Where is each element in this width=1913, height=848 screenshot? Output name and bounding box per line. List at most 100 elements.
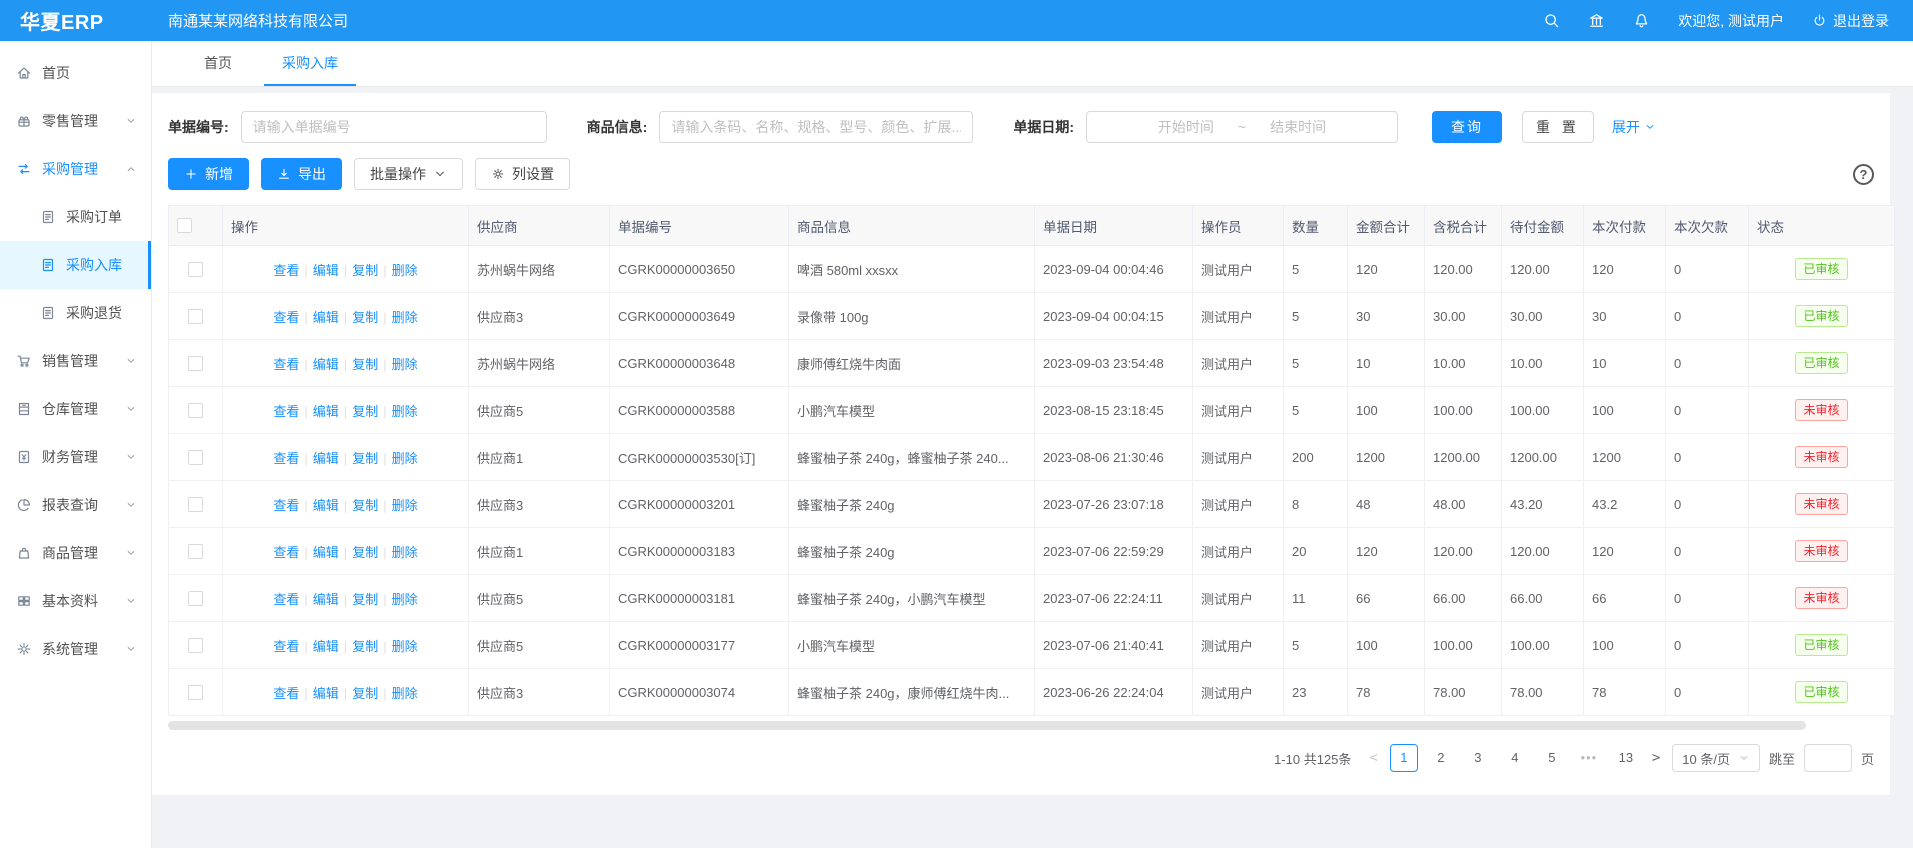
date-start-placeholder[interactable]: 开始时间: [1158, 117, 1214, 137]
cell-bill_no: CGRK00000003181: [610, 575, 789, 622]
operation-link-删除[interactable]: 删除: [392, 686, 418, 701]
row-checkbox[interactable]: [188, 356, 203, 371]
operation-link-复制[interactable]: 复制: [352, 357, 378, 372]
page-button-13[interactable]: 13: [1612, 744, 1640, 772]
sidebar-item-系统管理[interactable]: 系统管理: [0, 625, 151, 673]
row-checkbox[interactable]: [188, 450, 203, 465]
row-checkbox[interactable]: [188, 544, 203, 559]
operation-link-查看[interactable]: 查看: [273, 263, 299, 278]
operation-link-复制[interactable]: 复制: [352, 592, 378, 607]
sidebar-item-销售管理[interactable]: 销售管理: [0, 337, 151, 385]
operation-link-删除[interactable]: 删除: [392, 545, 418, 560]
sidebar-item-基本资料[interactable]: 基本资料: [0, 577, 151, 625]
operation-link-编辑[interactable]: 编辑: [313, 639, 339, 654]
operation-link-复制[interactable]: 复制: [352, 263, 378, 278]
operation-link-复制[interactable]: 复制: [352, 498, 378, 513]
operation-link-编辑[interactable]: 编辑: [313, 357, 339, 372]
reset-button[interactable]: 重 置: [1522, 111, 1594, 143]
operation-link-复制[interactable]: 复制: [352, 686, 378, 701]
help-icon[interactable]: ?: [1853, 164, 1874, 185]
operation-link-删除[interactable]: 删除: [392, 263, 418, 278]
horizontal-scrollbar[interactable]: [168, 721, 1874, 730]
row-checkbox[interactable]: [188, 591, 203, 606]
next-page-button[interactable]: >: [1649, 750, 1663, 766]
operation-link-编辑[interactable]: 编辑: [313, 545, 339, 560]
sidebar-item-首页[interactable]: 首页: [0, 49, 151, 97]
cell-paid: 1200: [1584, 434, 1666, 481]
operation-link-删除[interactable]: 删除: [392, 639, 418, 654]
cell-supplier: 供应商5: [469, 622, 610, 669]
cell-bill_no: CGRK00000003649: [610, 293, 789, 340]
jump-page-input[interactable]: [1804, 744, 1852, 772]
column-settings-button[interactable]: 列设置: [475, 158, 570, 190]
operation-link-删除[interactable]: 删除: [392, 592, 418, 607]
expand-link[interactable]: 展开: [1612, 117, 1656, 137]
export-button[interactable]: 导出: [261, 158, 342, 190]
bill-no-input[interactable]: [241, 111, 547, 143]
sidebar-item-商品管理[interactable]: 商品管理: [0, 529, 151, 577]
operation-link-删除[interactable]: 删除: [392, 451, 418, 466]
tab-采购入库[interactable]: 采购入库: [264, 41, 356, 86]
operation-link-复制[interactable]: 复制: [352, 545, 378, 560]
date-range-input[interactable]: 开始时间 ~ 结束时间: [1086, 111, 1398, 143]
batch-operation-button[interactable]: 批量操作: [354, 158, 463, 190]
sidebar-item-采购管理[interactable]: 采购管理: [0, 145, 151, 193]
row-checkbox[interactable]: [188, 403, 203, 418]
row-checkbox[interactable]: [188, 262, 203, 277]
operation-link-编辑[interactable]: 编辑: [313, 310, 339, 325]
scrollbar-thumb[interactable]: [168, 721, 1806, 730]
operation-link-查看[interactable]: 查看: [273, 310, 299, 325]
search-icon[interactable]: [1543, 12, 1560, 29]
operation-link-复制[interactable]: 复制: [352, 451, 378, 466]
sidebar-item-采购订单[interactable]: 采购订单: [0, 193, 151, 241]
add-button[interactable]: 新增: [168, 158, 249, 190]
page-button-5[interactable]: 5: [1538, 744, 1566, 772]
product-info-input[interactable]: [659, 111, 973, 143]
sidebar-item-报表查询[interactable]: 报表查询: [0, 481, 151, 529]
operation-link-编辑[interactable]: 编辑: [313, 404, 339, 419]
operation-link-复制[interactable]: 复制: [352, 404, 378, 419]
operation-link-复制[interactable]: 复制: [352, 639, 378, 654]
operation-link-编辑[interactable]: 编辑: [313, 451, 339, 466]
operation-link-编辑[interactable]: 编辑: [313, 498, 339, 513]
search-button[interactable]: 查询: [1432, 111, 1502, 143]
operation-link-编辑[interactable]: 编辑: [313, 686, 339, 701]
row-checkbox[interactable]: [188, 497, 203, 512]
sidebar-item-仓库管理[interactable]: 仓库管理: [0, 385, 151, 433]
sidebar-item-采购入库[interactable]: 采购入库: [0, 241, 151, 289]
sidebar-item-label: 财务管理: [42, 447, 98, 467]
operation-link-编辑[interactable]: 编辑: [313, 263, 339, 278]
page-button-1[interactable]: 1: [1390, 744, 1418, 772]
operation-link-查看[interactable]: 查看: [273, 592, 299, 607]
operation-link-查看[interactable]: 查看: [273, 357, 299, 372]
platform-bank-icon[interactable]: [1588, 12, 1605, 29]
row-checkbox[interactable]: [188, 685, 203, 700]
operation-link-查看[interactable]: 查看: [273, 639, 299, 654]
operation-link-删除[interactable]: 删除: [392, 498, 418, 513]
row-checkbox[interactable]: [188, 638, 203, 653]
operation-link-删除[interactable]: 删除: [392, 310, 418, 325]
select-all-checkbox[interactable]: [177, 218, 192, 233]
logout-button[interactable]: 退出登录: [1812, 11, 1889, 31]
page-size-select[interactable]: 10 条/页: [1672, 744, 1760, 772]
operation-link-删除[interactable]: 删除: [392, 357, 418, 372]
operation-link-查看[interactable]: 查看: [273, 686, 299, 701]
page-button-2[interactable]: 2: [1427, 744, 1455, 772]
page-button-3[interactable]: 3: [1464, 744, 1492, 772]
sidebar-item-零售管理[interactable]: 零售管理: [0, 97, 151, 145]
operation-link-查看[interactable]: 查看: [273, 451, 299, 466]
tab-首页[interactable]: 首页: [186, 41, 250, 86]
operation-link-查看[interactable]: 查看: [273, 498, 299, 513]
sidebar-item-财务管理[interactable]: 财务管理: [0, 433, 151, 481]
page-button-4[interactable]: 4: [1501, 744, 1529, 772]
operation-link-查看[interactable]: 查看: [273, 404, 299, 419]
operation-link-查看[interactable]: 查看: [273, 545, 299, 560]
operation-link-编辑[interactable]: 编辑: [313, 592, 339, 607]
row-checkbox[interactable]: [188, 309, 203, 324]
operation-link-复制[interactable]: 复制: [352, 310, 378, 325]
date-end-placeholder[interactable]: 结束时间: [1270, 117, 1326, 137]
notification-bell-icon[interactable]: [1633, 12, 1650, 29]
operation-link-删除[interactable]: 删除: [392, 404, 418, 419]
sidebar-item-采购退货[interactable]: 采购退货: [0, 289, 151, 337]
prev-page-button[interactable]: <: [1366, 750, 1380, 766]
